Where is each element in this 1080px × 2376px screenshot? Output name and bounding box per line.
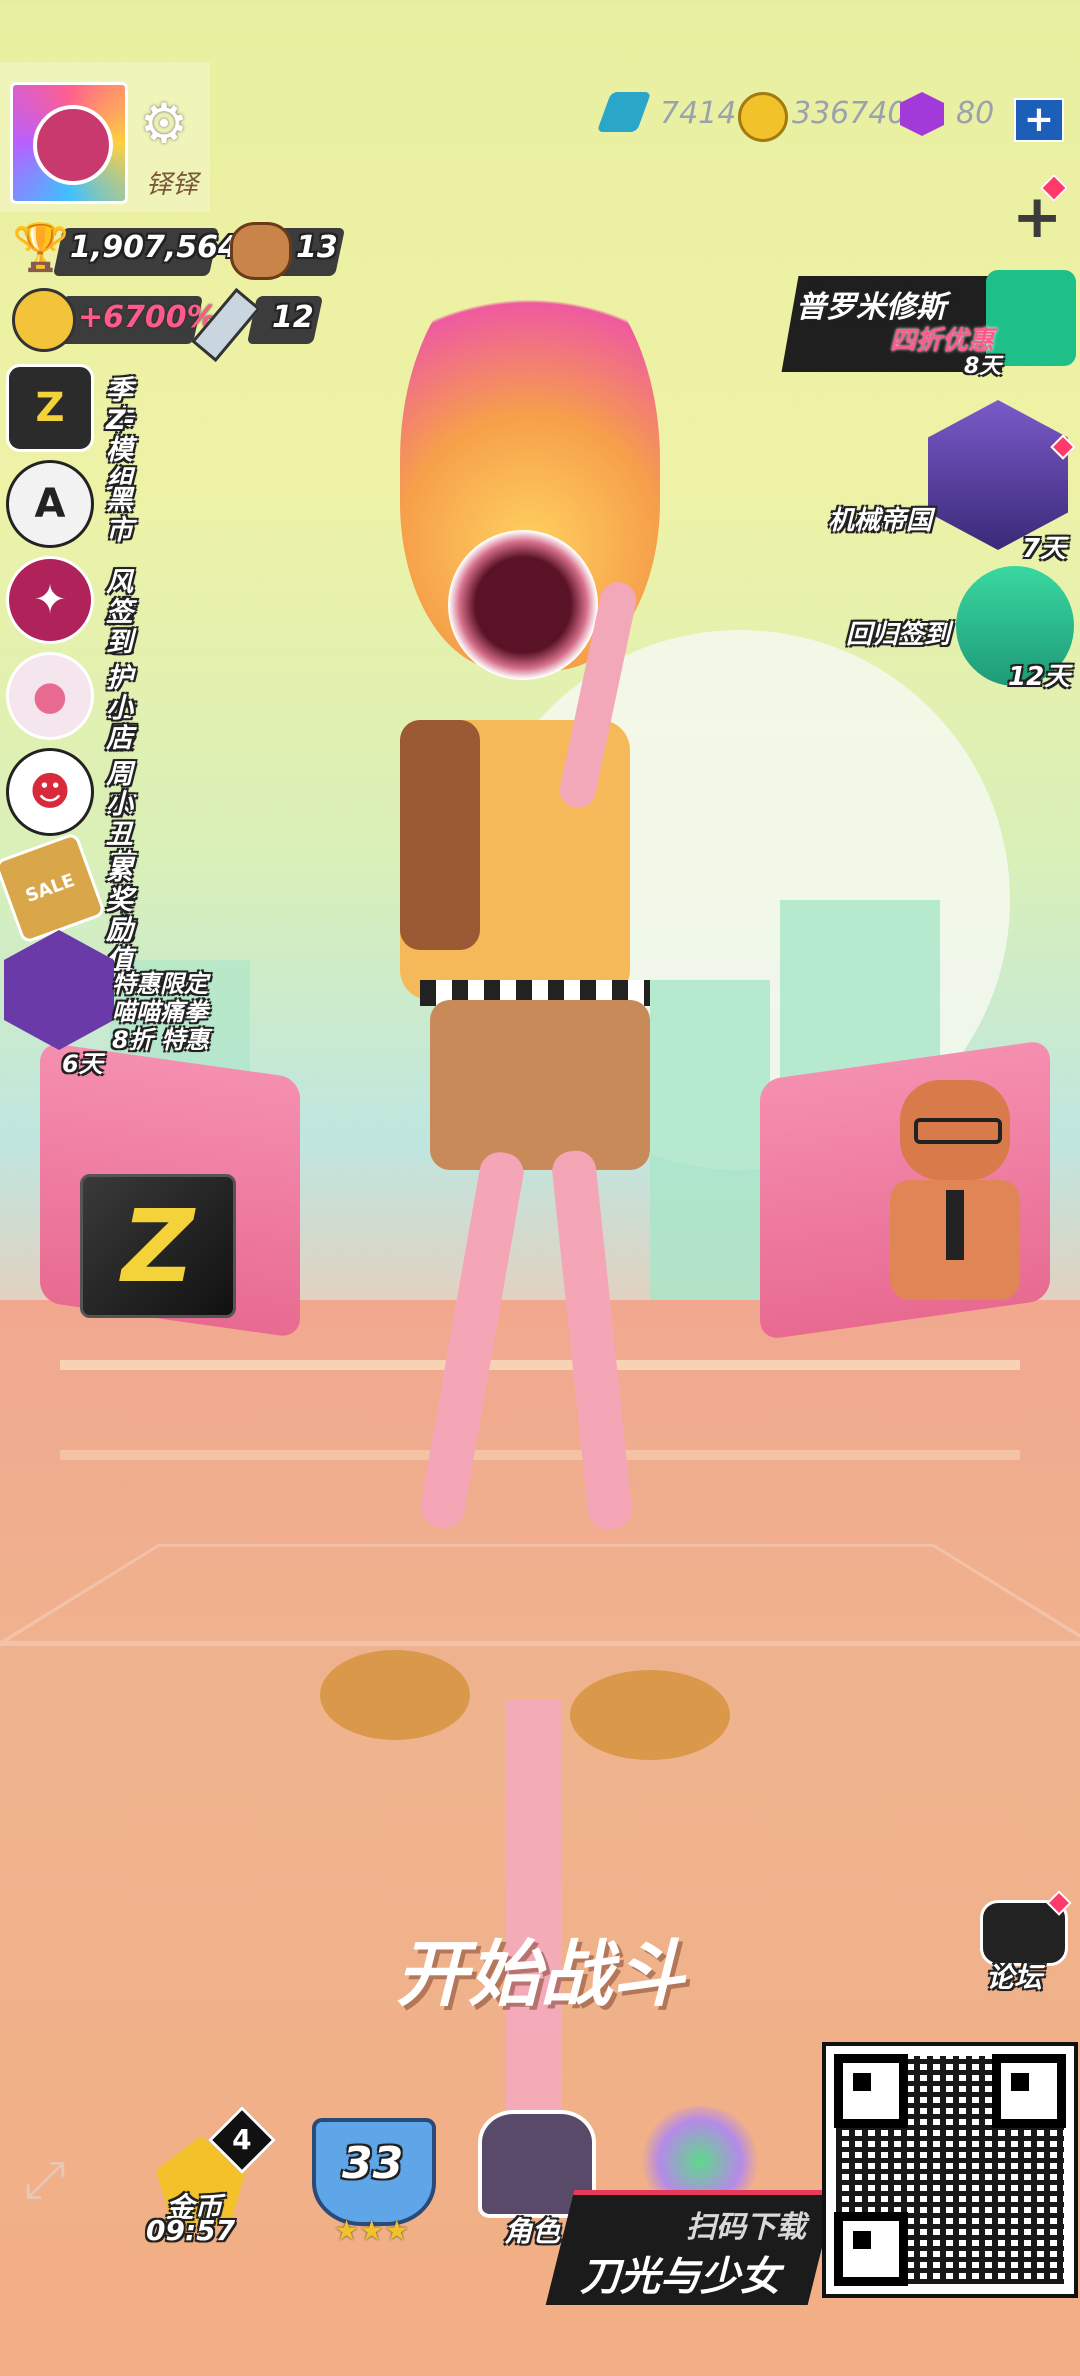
menu-label: 签到 [106, 597, 133, 658]
clown-icon: ☻ [6, 748, 94, 836]
role-label: 角色 [504, 2215, 561, 2248]
gold-chest-button[interactable]: 4 金币 09:57 [146, 2106, 276, 2252]
game-title-text: 刀光与少女 [580, 2254, 780, 2300]
slipper-right [570, 1670, 730, 1760]
event-return-signin[interactable]: 回归签到 12天 [846, 566, 1074, 696]
menu-nurse-shop[interactable]: ● 护士服 小店 [6, 652, 133, 754]
right-leg [550, 1148, 634, 1532]
level-number: 33 [342, 2138, 404, 2189]
start-battle-label: 开始战斗 [395, 1931, 684, 2016]
bear-icon [230, 222, 292, 280]
event-mech-empire[interactable]: 机械帝国 7天 [828, 400, 1076, 564]
gear-icon[interactable]: ⚙ [134, 94, 194, 154]
menu-black-market[interactable]: A 黑市 [6, 460, 133, 548]
coin-icon [738, 92, 788, 142]
gem-count: 7414 [660, 96, 737, 131]
promo-days: 6天 [62, 1050, 103, 1078]
qr-code[interactable] [822, 2042, 1078, 2298]
cat-girl-avatar [4, 930, 114, 1050]
qr-finder [992, 2054, 1066, 2128]
coin-count: 336740 [792, 96, 907, 131]
z-crate-button[interactable]: Z [80, 1174, 236, 1318]
slipper-left [320, 1650, 470, 1740]
spade-icon: A [6, 460, 94, 548]
add-currency-button[interactable]: + [1014, 98, 1064, 142]
menu-season-card[interactable]: Z 季卡 Z-模组 [6, 364, 135, 496]
event-prometheus[interactable]: 普罗米修斯 四折优惠 8天 [781, 270, 1076, 379]
star-rating-icon: ★★★ [334, 2214, 410, 2247]
z-card-icon: Z [6, 364, 94, 452]
forum-button[interactable]: 论坛 [976, 1890, 1072, 1994]
forum-label: 论坛 [986, 1961, 1043, 1994]
trophy-icon: 🏆 [12, 220, 70, 274]
menu-clown-festival[interactable]: ☻ 周末 小丑节 [6, 748, 133, 880]
bear-mascot[interactable] [880, 1080, 1030, 1330]
start-battle-button[interactable]: 开始战斗 [340, 1912, 740, 2022]
bonus-percent: +6700% [78, 300, 217, 335]
dark-orb [448, 530, 598, 680]
promo-meow-punch[interactable]: 特惠限定 喵喵痛拳 8折 特惠 6天 [4, 920, 254, 1078]
left-leg [417, 1149, 527, 1531]
event-days: 8天 [964, 354, 1002, 379]
menu-recharge-reward[interactable]: SALE 累计充值 奖励 [0, 831, 133, 976]
player-avatar[interactable] [10, 82, 128, 204]
cube-icon [900, 92, 944, 136]
nurse-icon: ● [6, 652, 94, 740]
z-logo-icon: Z [121, 1187, 195, 1305]
gold-timer: 09:57 [146, 2214, 236, 2247]
backpack [400, 720, 480, 950]
menu-label: 小店 [106, 693, 133, 754]
player-character[interactable] [320, 250, 820, 1780]
smiley-icon [12, 288, 76, 352]
menu-label: Z-模组 [106, 405, 135, 496]
bear-count: 13 [296, 230, 338, 265]
player-nickname: 铎铎 [146, 170, 199, 200]
expand-icon[interactable]: ⤢ [24, 2150, 66, 2211]
event-title: 机械帝国 [828, 506, 933, 536]
event-days: 7天 [1022, 534, 1067, 564]
sword-count: 12 [272, 300, 314, 335]
menu-label: 黑市 [106, 485, 133, 546]
level-badge-button[interactable]: 33 ★★★ [312, 2118, 436, 2248]
qr-finder [834, 2212, 908, 2286]
shorts [430, 1000, 650, 1170]
event-title: 回归签到 [846, 620, 951, 650]
gem-icon [596, 92, 652, 132]
ninja-star-icon: ✦ [6, 556, 94, 644]
scan-download-text: 扫码下载 [686, 2210, 806, 2245]
trophy-count: 1,907,564 [70, 230, 239, 265]
qr-finder [834, 2054, 908, 2128]
event-days: 12天 [1008, 662, 1071, 692]
promo-label: 8折 特惠 [112, 1026, 210, 1054]
cube-count: 80 [956, 96, 995, 131]
menu-ninja-signin[interactable]: ✦ 风魔忍 签到 [6, 556, 133, 658]
